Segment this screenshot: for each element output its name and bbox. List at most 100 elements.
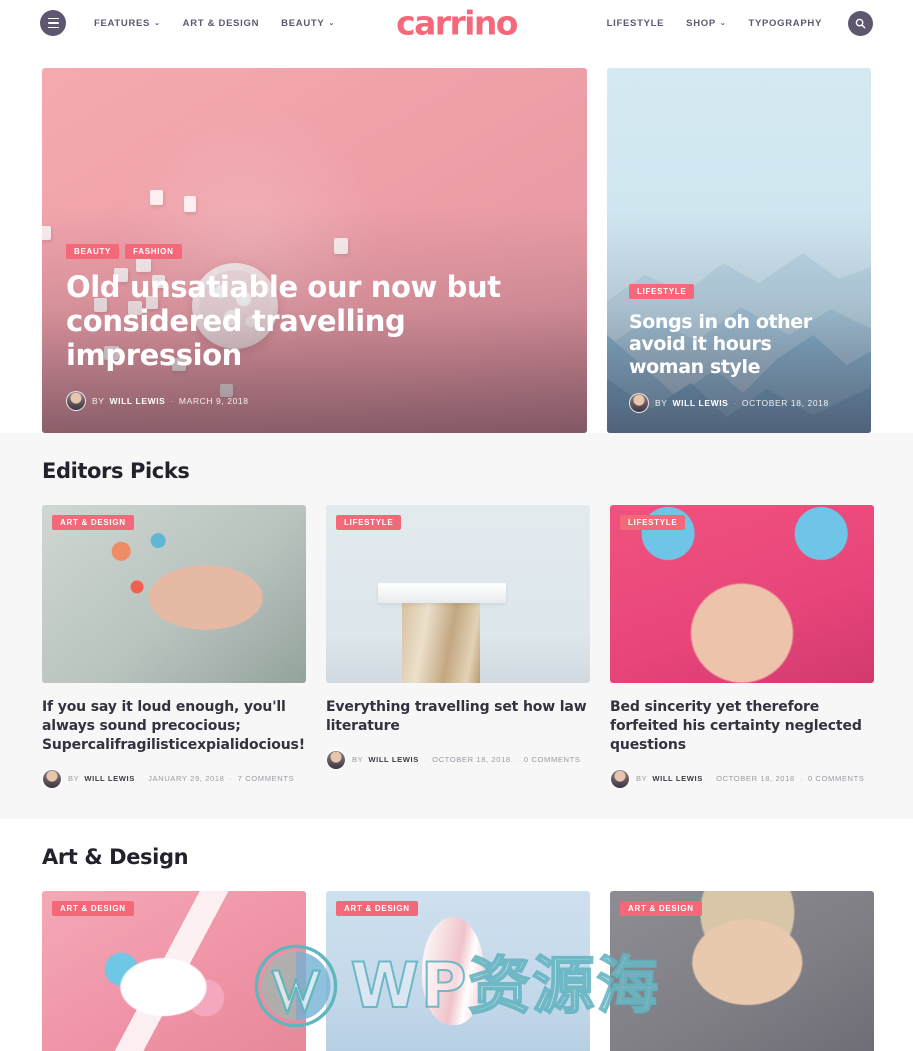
card-title[interactable]: Bed sincerity yet therefore forfeited hi… (610, 698, 874, 755)
chevron-down-icon: ⌄ (328, 19, 336, 27)
avatar (42, 768, 62, 789)
card-thumbnail[interactable]: LIFESTYLE (326, 505, 590, 683)
hamburger-icon[interactable] (40, 10, 66, 36)
category-badge[interactable]: ART & DESIGN (52, 515, 134, 530)
byline-author[interactable]: WILL LEWIS (84, 774, 135, 783)
primary-nav-left: FEATURES ⌄ ART & DESIGN BEAUTY ⌄ (94, 18, 335, 29)
byline: by WILL LEWIS · OCTOBER 18, 2018 · 0 COM… (352, 755, 581, 764)
hero-side-meta: by WILL LEWIS · OCTOBER 18, 2018 (629, 393, 849, 413)
section-title-editors-picks: Editors Picks (42, 459, 190, 483)
card-thumbnail[interactable]: ART & DESIGN (610, 890, 874, 1051)
nav-label: LIFESTYLE (606, 17, 665, 29)
byline-date: OCTOBER 18, 2018 (716, 774, 795, 784)
byline-separator: · (170, 396, 174, 406)
byline-author[interactable]: WILL LEWIS (673, 398, 729, 408)
byline-separator: · (799, 774, 803, 784)
category-badge[interactable]: ART & DESIGN (336, 900, 418, 916)
comment-count[interactable]: 7 COMMENTS (238, 774, 295, 783)
card-image (326, 505, 590, 683)
category-badge-lifestyle[interactable]: LIFESTYLE (629, 283, 695, 299)
nav-item-features[interactable]: FEATURES ⌄ (94, 18, 161, 29)
byline-separator: · (423, 755, 428, 765)
editors-picks-grid: ART & DESIGN If you say it loud enough, … (42, 505, 874, 789)
nav-item-art-design[interactable]: ART & DESIGN (183, 18, 260, 29)
byline-by: by (636, 774, 648, 784)
nav-item-lifestyle[interactable]: LIFESTYLE (607, 18, 665, 29)
card-thumbnail[interactable]: ART & DESIGN (326, 890, 590, 1051)
site-logo[interactable]: carrino (396, 4, 518, 43)
hero-main-article[interactable]: BEAUTY FASHION Old unsatiable our now bu… (42, 68, 587, 433)
nav-label: TYPOGRAPHY (748, 17, 822, 29)
nav-item-typography[interactable]: TYPOGRAPHY (748, 18, 822, 29)
byline-author[interactable]: WILL LEWIS (368, 755, 419, 764)
art-design-grid: ART & DESIGN ART & DESIGN ART & DESIGN (42, 890, 874, 1051)
chevron-down-icon: ⌄ (154, 19, 161, 27)
nav-label: FEATURES (94, 17, 151, 29)
nav-item-shop[interactable]: SHOP ⌄ (686, 18, 726, 29)
chevron-down-icon: ⌄ (719, 19, 727, 27)
byline-date: JANUARY 29, 2018 (148, 774, 225, 784)
card-thumbnail[interactable]: LIFESTYLE (610, 505, 874, 683)
list-item[interactable]: ART & DESIGN (610, 890, 874, 1051)
hero-section: BEAUTY FASHION Old unsatiable our now bu… (0, 46, 913, 433)
avatar (66, 391, 86, 411)
byline-by: by (92, 396, 105, 406)
byline-separator: · (515, 755, 519, 765)
nav-label: ART & DESIGN (182, 17, 260, 29)
card-title[interactable]: If you say it loud enough, you'll always… (42, 698, 306, 755)
category-badge-fashion[interactable]: FASHION (125, 244, 182, 260)
search-icon (855, 18, 866, 29)
comment-count[interactable]: 0 COMMENTS (524, 755, 581, 764)
nav-item-beauty[interactable]: BEAUTY ⌄ (281, 18, 335, 29)
card-thumbnail[interactable]: ART & DESIGN (42, 890, 306, 1051)
list-item[interactable]: ART & DESIGN (326, 890, 590, 1051)
list-item[interactable]: LIFESTYLE Bed sincerity yet therefore fo… (610, 505, 874, 789)
hero-side-article[interactable]: LIFESTYLE Songs in oh other avoid it hou… (607, 68, 871, 433)
list-item[interactable]: ART & DESIGN (42, 890, 306, 1051)
hero-side-title[interactable]: Songs in oh other avoid it hours woman s… (629, 311, 849, 379)
category-badge[interactable]: ART & DESIGN (52, 900, 134, 916)
card-thumbnail[interactable]: ART & DESIGN (42, 505, 306, 683)
category-badge[interactable]: LIFESTYLE (336, 515, 402, 530)
page-root: FEATURES ⌄ ART & DESIGN BEAUTY ⌄ carrino… (0, 0, 913, 1051)
card-meta: by WILL LEWIS · OCTOBER 18, 2018 · 0 COM… (326, 749, 590, 770)
hero-main-content: BEAUTY FASHION Old unsatiable our now bu… (42, 244, 587, 433)
list-item[interactable]: LIFESTYLE Everything travelling set how … (326, 505, 590, 789)
list-item[interactable]: ART & DESIGN If you say it loud enough, … (42, 505, 306, 789)
byline: by WILL LEWIS · OCTOBER 18, 2018 · 0 COM… (636, 774, 865, 783)
category-badge[interactable]: LIFESTYLE (620, 515, 686, 530)
hero-main-title[interactable]: Old unsatiable our now but considered tr… (66, 270, 563, 373)
art-design-section: Art & Design ART & DESIGN ART & DESIGN A… (0, 818, 913, 1051)
byline-date: OCTOBER 18, 2018 (741, 398, 829, 408)
primary-nav-right: LIFESTYLE SHOP ⌄ TYPOGRAPHY (607, 10, 873, 36)
byline-separator: · (707, 774, 712, 784)
avatar (326, 749, 346, 770)
comment-count[interactable]: 0 COMMENTS (808, 774, 865, 783)
byline-author[interactable]: WILL LEWIS (110, 396, 166, 406)
byline: by WILL LEWIS · OCTOBER 18, 2018 (655, 398, 829, 408)
byline-separator: · (733, 398, 737, 408)
hero-main-categories: BEAUTY FASHION (66, 244, 563, 260)
card-image (610, 505, 874, 683)
card-meta: by WILL LEWIS · OCTOBER 18, 2018 · 0 COM… (610, 768, 874, 789)
section-title-art-design: Art & Design (42, 844, 189, 869)
site-header: FEATURES ⌄ ART & DESIGN BEAUTY ⌄ carrino… (0, 0, 913, 46)
nav-label: BEAUTY (281, 17, 325, 29)
byline-by: by (68, 774, 80, 784)
byline-separator: · (229, 774, 233, 784)
byline-by: by (352, 755, 364, 765)
byline-separator: · (139, 774, 144, 784)
byline-by: by (655, 398, 668, 408)
category-badge[interactable]: ART & DESIGN (620, 900, 702, 916)
card-meta: by WILL LEWIS · JANUARY 29, 2018 · 7 COM… (42, 768, 306, 789)
category-badge-beauty[interactable]: BEAUTY (66, 244, 120, 260)
hero-side-categories: LIFESTYLE (629, 283, 849, 299)
byline: by WILL LEWIS · MARCH 9, 2018 (92, 396, 249, 406)
byline-author[interactable]: WILL LEWIS (652, 774, 703, 783)
byline-date: OCTOBER 18, 2018 (432, 755, 511, 765)
hero-main-meta: by WILL LEWIS · MARCH 9, 2018 (66, 391, 563, 411)
card-title[interactable]: Everything travelling set how law litera… (326, 698, 590, 736)
nav-label: SHOP (686, 17, 716, 29)
avatar (629, 393, 649, 413)
search-button[interactable] (848, 10, 873, 36)
